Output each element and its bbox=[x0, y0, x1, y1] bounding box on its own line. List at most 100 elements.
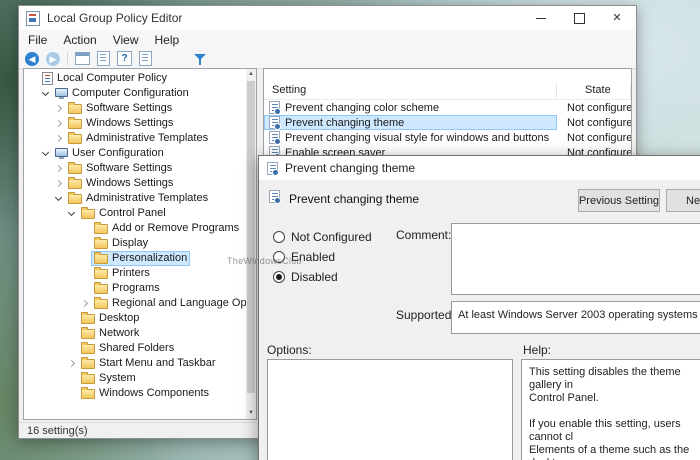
comment-input[interactable] bbox=[451, 223, 700, 295]
tree-item-body: Network bbox=[78, 326, 142, 341]
tree-item-label: Printers bbox=[112, 266, 150, 281]
export-list-icon[interactable] bbox=[97, 51, 110, 66]
tree-item-user-configuration[interactable]: User Configuration bbox=[24, 146, 246, 161]
tree-item-label: User Configuration bbox=[72, 146, 164, 161]
tree-item-shared-folders[interactable]: Shared Folders bbox=[24, 341, 246, 356]
tree-indent-spacer bbox=[66, 326, 78, 341]
tree-item-windows-components[interactable]: Windows Components bbox=[24, 386, 246, 401]
chevron-right-icon[interactable] bbox=[79, 296, 91, 311]
gpedit-app-icon bbox=[26, 11, 40, 26]
scrollbar-thumb[interactable] bbox=[247, 81, 255, 393]
tree-item-network[interactable]: Network bbox=[24, 326, 246, 341]
console-tree-toggle-icon[interactable] bbox=[75, 52, 90, 65]
watermark: TheWindowsClub bbox=[227, 256, 302, 266]
menu-action[interactable]: Action bbox=[55, 33, 104, 47]
setting-cell: Prevent changing visual style for window… bbox=[264, 130, 557, 145]
tree-item-programs[interactable]: Programs bbox=[24, 281, 246, 296]
tree-item-personalization[interactable]: Personalization bbox=[24, 251, 246, 266]
column-header-setting[interactable]: Setting bbox=[264, 84, 557, 99]
policy-setting-icon bbox=[269, 190, 280, 203]
setting-state-text: Not configured bbox=[557, 102, 632, 114]
tree-item-display[interactable]: Display bbox=[24, 236, 246, 251]
scroll-up-icon[interactable]: ▲ bbox=[246, 69, 256, 80]
tree-item-software-settings[interactable]: Software Settings bbox=[24, 161, 246, 176]
chevron-right-icon[interactable] bbox=[53, 176, 65, 191]
tree-item-label: Software Settings bbox=[86, 101, 172, 116]
back-icon[interactable]: ◀ bbox=[25, 52, 39, 66]
help-icon[interactable]: ? bbox=[117, 51, 132, 66]
maximize-button[interactable] bbox=[560, 6, 598, 30]
tree-item-windows-settings[interactable]: Windows Settings bbox=[24, 176, 246, 191]
dialog-titlebar[interactable]: Prevent changing theme bbox=[259, 156, 700, 180]
chevron-right-icon[interactable] bbox=[53, 101, 65, 116]
tree-item-printers[interactable]: Printers bbox=[24, 266, 246, 281]
settings-row-prevent-changing-color-scheme[interactable]: Prevent changing color scheme Not configu… bbox=[264, 100, 631, 115]
menu-file[interactable]: File bbox=[20, 33, 55, 47]
close-icon: ✕ bbox=[612, 13, 621, 24]
chevron-right-icon[interactable] bbox=[53, 161, 65, 176]
tree-item-label: Windows Settings bbox=[86, 116, 173, 131]
chevron-right-icon[interactable] bbox=[53, 116, 65, 131]
tree-scrollbar[interactable]: ▲ ▼ bbox=[246, 69, 256, 419]
scroll-down-icon[interactable]: ▼ bbox=[246, 408, 256, 419]
chevron-down-icon[interactable] bbox=[66, 206, 78, 221]
setting-state-text: Not configured bbox=[557, 117, 632, 129]
tree-item-administrative-templates[interactable]: Administrative Templates bbox=[24, 191, 246, 206]
tree-item-start-menu-and-taskbar[interactable]: Start Menu and Taskbar bbox=[24, 356, 246, 371]
tree-item-local-computer-policy[interactable]: Local Computer Policy bbox=[24, 71, 246, 86]
setting-name: Prevent changing theme bbox=[289, 192, 419, 206]
comment-label: Comment: bbox=[396, 228, 451, 242]
tree-item-label: Regional and Language Option... bbox=[112, 296, 246, 311]
forward-icon[interactable]: ▶ bbox=[46, 52, 60, 66]
dialog-title: Prevent changing theme bbox=[285, 161, 415, 175]
close-button[interactable]: ✕ bbox=[598, 6, 636, 30]
minimize-icon bbox=[536, 18, 546, 19]
tree-item-system[interactable]: System bbox=[24, 371, 246, 386]
menu-help[interactable]: Help bbox=[147, 33, 188, 47]
column-header-state[interactable]: State bbox=[557, 84, 631, 99]
radio-not-configured[interactable]: Not Configured bbox=[273, 230, 372, 244]
supported-on-value[interactable]: At least Windows Server 2003 operating s… bbox=[451, 301, 700, 334]
chevron-down-icon[interactable] bbox=[53, 191, 65, 206]
tree-item-label: Windows Settings bbox=[86, 176, 173, 191]
help-text[interactable]: This setting disables the theme gallery … bbox=[521, 359, 700, 460]
chevron-right-icon[interactable] bbox=[66, 356, 78, 371]
previous-setting-button[interactable]: Previous Setting bbox=[578, 189, 660, 212]
tree-indent-spacer bbox=[66, 341, 78, 356]
tree-indent-spacer bbox=[66, 371, 78, 386]
settings-row-prevent-changing-theme[interactable]: Prevent changing themeNot configured bbox=[264, 115, 631, 130]
radio-disabled[interactable]: Disabled bbox=[273, 270, 338, 284]
tree-item-label: Administrative Templates bbox=[86, 191, 208, 206]
folder-icon bbox=[68, 164, 82, 174]
tree-item-computer-configuration[interactable]: Computer Configuration bbox=[24, 86, 246, 101]
tree-item-body: Shared Folders bbox=[78, 341, 177, 356]
tree-item-regional-and-language-option[interactable]: Regional and Language Option... bbox=[24, 296, 246, 311]
folder-icon bbox=[68, 104, 82, 114]
tree-item-windows-settings[interactable]: Windows Settings bbox=[24, 116, 246, 131]
tree-item-body: Windows Settings bbox=[65, 176, 176, 191]
tree-item-administrative-templates[interactable]: Administrative Templates bbox=[24, 131, 246, 146]
tree-indent-spacer bbox=[79, 266, 91, 281]
window-titlebar[interactable]: Local Group Policy Editor ✕ bbox=[19, 6, 636, 30]
tree-item-add-or-remove-programs[interactable]: Add or Remove Programs bbox=[24, 221, 246, 236]
setting-name-text: Prevent changing color scheme bbox=[285, 102, 439, 114]
chevron-down-icon[interactable] bbox=[40, 146, 52, 161]
tree-item-desktop[interactable]: Desktop bbox=[24, 311, 246, 326]
tree-item-software-settings[interactable]: Software Settings bbox=[24, 101, 246, 116]
tree-item-body: Administrative Templates bbox=[65, 191, 211, 206]
tree-item-control-panel[interactable]: Control Panel bbox=[24, 206, 246, 221]
minimize-button[interactable] bbox=[522, 6, 560, 30]
tree-item-body: Computer Configuration bbox=[52, 86, 192, 101]
filter-icon[interactable] bbox=[193, 52, 207, 66]
window-title: Local Group Policy Editor bbox=[47, 11, 182, 25]
tree-item-label: Shared Folders bbox=[99, 341, 174, 356]
menu-view[interactable]: View bbox=[105, 33, 147, 47]
chevron-down-icon[interactable] bbox=[40, 86, 52, 101]
tree-item-body: Display bbox=[91, 236, 151, 251]
settings-row-prevent-changing-visual-style-for-windows-and-buttons[interactable]: Prevent changing visual style for window… bbox=[264, 130, 631, 145]
next-setting-button[interactable]: Next Setting bbox=[666, 189, 700, 212]
policy-icon bbox=[42, 72, 53, 85]
chevron-right-icon[interactable] bbox=[53, 131, 65, 146]
properties-icon[interactable] bbox=[139, 51, 152, 66]
setting-cell: Prevent changing color scheme bbox=[264, 100, 557, 115]
